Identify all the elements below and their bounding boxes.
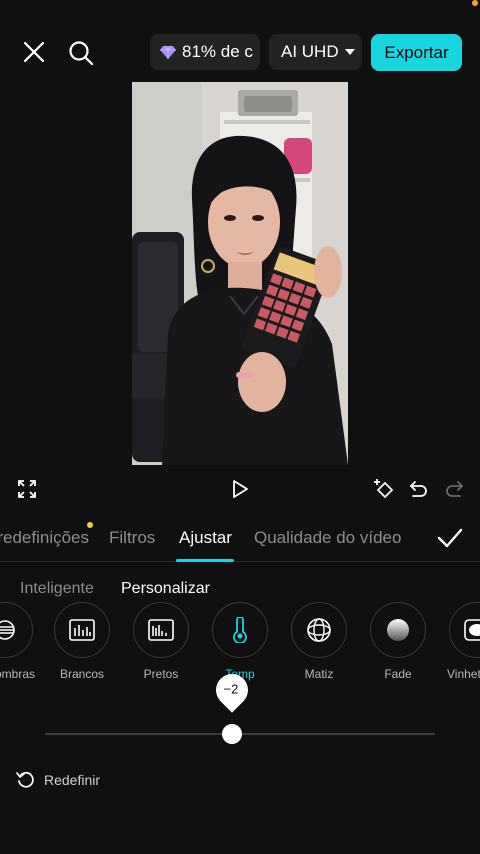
chevron-down-icon <box>344 49 355 55</box>
tool-brancos[interactable]: Brancos <box>52 602 112 681</box>
confirm-button[interactable] <box>436 525 464 551</box>
tool-pretos[interactable]: Pretos <box>131 602 191 681</box>
tool-fade[interactable]: Fade <box>368 602 428 681</box>
tool-sombras[interactable]: Sombras <box>0 602 35 681</box>
slider-handle[interactable] <box>222 724 243 744</box>
video-frame-image <box>132 82 348 465</box>
tool-temp[interactable]: Temp <box>210 602 270 681</box>
tab-filtros[interactable]: Filtros <box>109 528 155 548</box>
value-slider[interactable]: −2 <box>0 667 480 752</box>
thermometer-icon <box>233 617 247 643</box>
tab-qualidade-do-video[interactable]: Qualidade do vídeo <box>254 528 401 548</box>
hue-icon <box>307 618 331 642</box>
adjust-subtabs: Inteligente Personalizar <box>0 576 480 602</box>
export-button[interactable]: Exportar <box>371 34 462 71</box>
undo-button[interactable] <box>406 476 432 502</box>
active-tab-underline <box>176 559 234 562</box>
new-indicator-dot <box>87 522 93 528</box>
shadows-icon <box>0 620 15 640</box>
fade-icon <box>387 619 409 641</box>
close-button[interactable] <box>18 36 50 68</box>
reset-button[interactable]: Redefinir <box>16 768 100 792</box>
checkmark-icon <box>437 528 463 548</box>
reset-label: Redefinir <box>44 772 101 788</box>
quality-label: AI UHD <box>281 42 339 61</box>
play-button[interactable] <box>227 476 253 502</box>
search-icon <box>69 41 94 66</box>
tool-vinheta[interactable]: Vinheta <box>447 602 480 681</box>
whites-histogram-icon <box>69 619 95 641</box>
tab-predefinicoes[interactable]: Predefinições <box>0 528 89 548</box>
slider-value-bubble: −2 <box>209 667 255 713</box>
tool-matiz[interactable]: Matiz <box>289 602 349 681</box>
keyframe-button[interactable] <box>371 476 397 502</box>
status-dot <box>472 0 478 6</box>
undo-icon <box>409 481 427 497</box>
subtab-personalizar[interactable]: Personalizar <box>121 580 210 598</box>
blacks-histogram-icon <box>148 619 174 641</box>
subtab-inteligente[interactable]: Inteligente <box>20 580 94 598</box>
credits-text: 81% de c <box>182 42 253 61</box>
edit-tabs: Predefinições Filtros Ajustar Qualidade … <box>0 512 480 562</box>
close-icon <box>23 41 45 63</box>
vignette-icon <box>464 619 480 641</box>
diamond-icon <box>160 45 176 59</box>
redo-button[interactable] <box>441 476 467 502</box>
top-bar: 81% de c AI UHD Exportar <box>0 0 480 82</box>
redo-icon <box>446 481 464 497</box>
keyframe-add-icon <box>374 479 394 499</box>
credits-indicator[interactable]: 81% de c <box>150 34 260 70</box>
play-icon <box>233 480 248 498</box>
tab-ajustar[interactable]: Ajustar <box>179 528 232 548</box>
playback-controls <box>0 470 480 508</box>
video-preview[interactable] <box>132 82 348 465</box>
reset-icon <box>16 771 34 788</box>
fullscreen-icon <box>18 480 36 498</box>
search-button[interactable] <box>64 36 98 70</box>
quality-dropdown[interactable]: AI UHD <box>269 34 362 70</box>
slider-value-text: −2 <box>223 681 239 697</box>
fullscreen-button[interactable] <box>14 476 40 502</box>
